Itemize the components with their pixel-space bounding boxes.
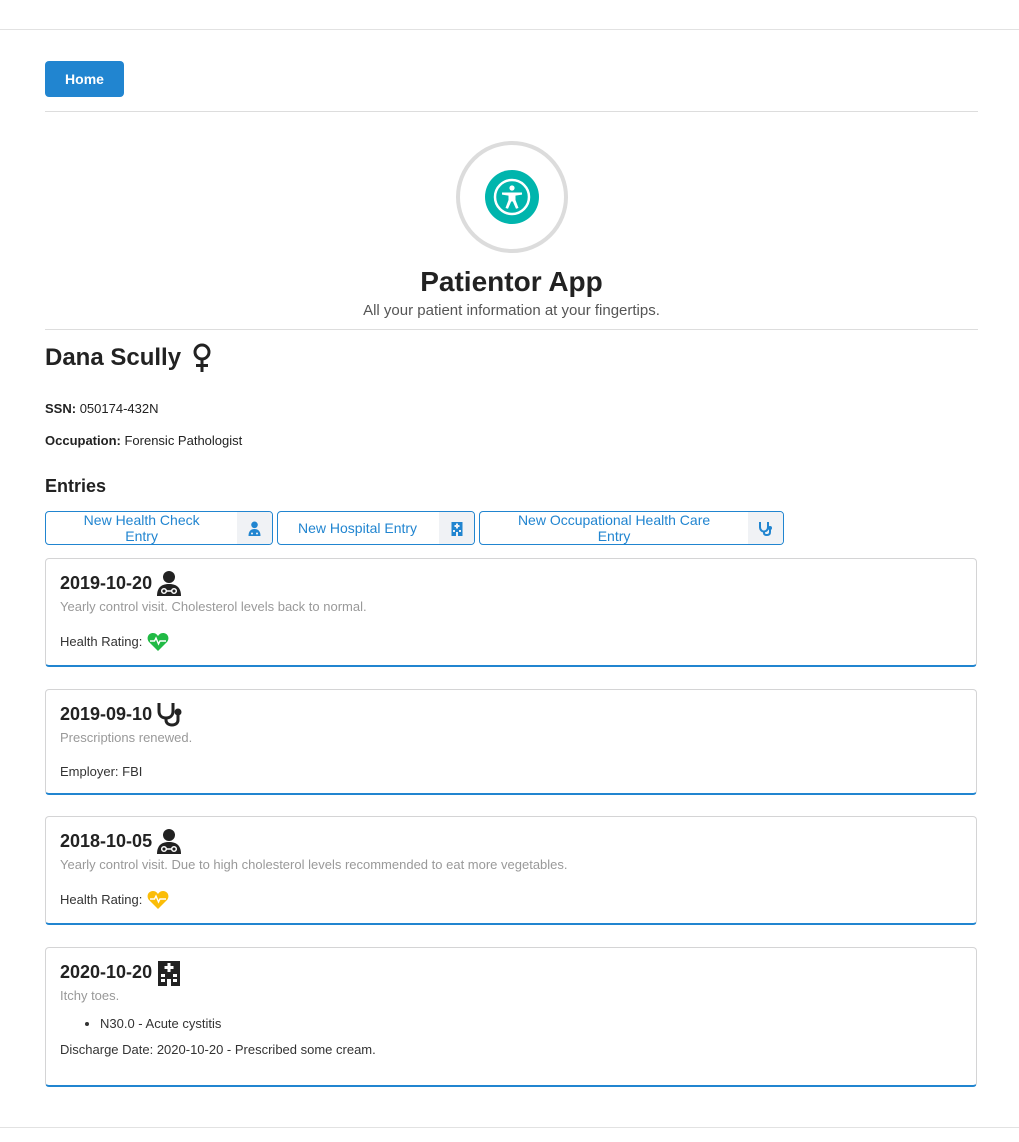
discharge-info: Discharge Date: 2020-10-20 - Prescribed … [60,1042,376,1057]
entry-card: 2020-10-20 Itchy toes. N30.0 - Acute cys… [45,947,977,1087]
entries-heading: Entries [45,476,107,496]
entry-employer: Employer: FBI [60,764,143,779]
entry-date: 2020-10-20 [60,961,153,982]
top-divider [0,29,1019,30]
entry-card: 2019-09-10 Prescriptions renewed. Employ… [45,689,977,795]
entry-date: 2018-10-05 [60,830,153,851]
entry-description: Yearly control visit. Due to high choles… [60,857,568,872]
health-rating: Health Rating: [60,632,962,651]
diagnosis-code: N30.0 - Acute cystitis [100,1014,962,1034]
occupation-value: Forensic Pathologist [124,433,243,448]
patient-name: Dana Scully [45,344,182,371]
hospital-icon [439,512,474,544]
patient-header: Dana Scully [45,343,978,373]
health-rating-label: Health Rating: [60,633,143,649]
universal-access-icon [484,170,539,224]
entry-date: 2019-09-10 [60,703,153,724]
user-doctor-icon [156,570,182,596]
health-rating-label: Health Rating: [60,891,143,907]
app-subtitle: All your patient information at your fin… [363,302,660,319]
new-hospital-entry-button[interactable]: New Hospital Entry [277,511,475,545]
home-button[interactable]: Home [45,61,124,97]
venus-icon [191,343,213,373]
hospital-icon [156,958,182,986]
stethoscope-icon [748,512,783,544]
main-container: Home Patientor App All your patient info… [45,61,978,1087]
new-occupational-health-care-entry-button[interactable]: New Occupational Health Care Entry [479,511,784,545]
user-doctor-icon [237,512,272,544]
button-label: New Occupational Health Care Entry [517,512,711,544]
entry-header: 2018-10-05 [60,827,962,855]
entry-card: 2019-10-20 Yearly control visit. Cholest… [45,558,977,667]
entry-description: Prescriptions renewed. [60,730,193,745]
header-divider [45,329,978,330]
entry-description: Yearly control visit. Cholesterol levels… [60,599,367,614]
entry-card: 2018-10-05 Yearly control visit. Due to … [45,816,977,925]
ssn-value: 050174-432N [79,401,159,416]
patient-occupation: Occupation: Forensic Pathologist [45,433,978,448]
button-label: New Hospital Entry [298,520,418,536]
user-doctor-icon [156,828,182,854]
app-title: Patientor App [420,266,603,297]
heartbeat-icon [147,632,169,651]
patient-ssn: SSN: 050174-432N [45,401,978,416]
new-health-check-entry-button[interactable]: New Health Check Entry [45,511,273,545]
heartbeat-icon [147,890,169,909]
app-logo [455,141,568,253]
entry-description: Itchy toes. [60,988,120,1003]
ssn-label: SSN: [45,401,77,416]
entry-header: 2019-10-20 [60,569,962,597]
button-label: New Health Check Entry [83,512,200,544]
app-header: Patientor App All your patient informati… [45,112,978,321]
entry-date: 2019-10-20 [60,572,153,593]
diagnosis-codes-list: N30.0 - Acute cystitis [60,1014,962,1034]
entry-header: 2020-10-20 [60,958,962,986]
occupation-label: Occupation: [45,433,121,448]
bottom-divider [0,1127,1019,1128]
stethoscope-icon [156,701,184,727]
entry-header: 2019-09-10 [60,700,962,728]
health-rating: Health Rating: [60,890,962,909]
entry-button-row: New Health Check Entry New Hospital Entr… [45,511,978,545]
